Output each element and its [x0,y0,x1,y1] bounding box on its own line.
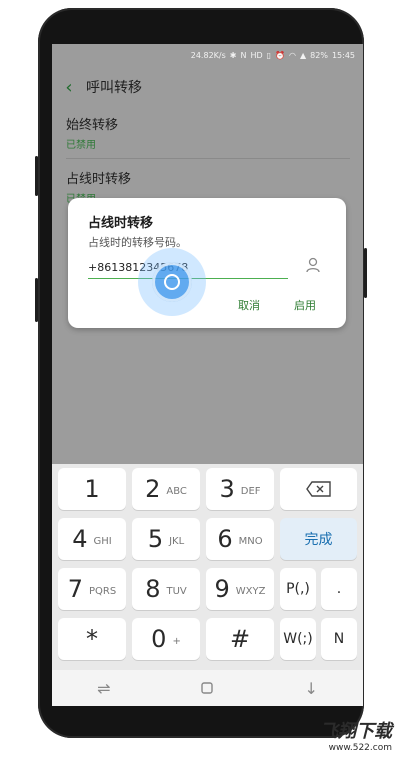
enable-button[interactable]: 启用 [288,296,322,314]
backspace-button[interactable] [280,468,357,510]
key-hash[interactable]: # [206,618,274,660]
touch-indicator [138,248,206,316]
list-item-status: 已禁用 [66,140,96,151]
watermark: 飞翔下载 www.522.com [320,717,392,753]
app-bar: ‹ 呼叫转移 [52,66,363,108]
dim-overlay [52,338,363,464]
dial-keypad: 1 2 ABC 3 DEF 4 GHI 5 JKL 6 MNO 完成 7 PQRS 8 TUV… [52,464,363,670]
recent-apps-icon[interactable]: ⇌ [84,673,124,703]
key-7[interactable]: 7 PQRS [58,568,126,610]
key-5[interactable]: 5 JKL [132,518,200,560]
touch-indicator-core [164,274,180,290]
key-3[interactable]: 3 DEF [206,468,274,510]
navigation-bar: ⇌ ↓ [52,670,363,706]
key-9[interactable]: 9 WXYZ [206,568,274,610]
bixby-button [35,278,38,322]
done-button[interactable]: 完成 [280,518,357,560]
forward-dialog: 占线时转移 占线时的转移号码。 取消 启用 [68,198,346,328]
list-item-always-forward[interactable]: 始终转移 已禁用 [66,114,350,151]
battery-level: 82% [310,50,328,60]
signal-icon: ▲ [300,50,307,60]
key-8[interactable]: 8 TUV [132,568,200,610]
wifi-icon: ◠ [289,50,296,60]
dialog-actions: 取消 启用 [68,292,346,320]
n-key[interactable]: N [321,618,357,660]
key-0[interactable]: 0 + [132,618,200,660]
pause-key[interactable]: P(,) [280,568,316,610]
key-6[interactable]: 6 MNO [206,518,274,560]
volume-button [35,156,38,196]
screen: 24.82K/s ✱ N HD ▯ ⏰ ◠ ▲ 82% 15:45 ‹ 呼叫转移… [52,44,363,706]
chevron-left-icon[interactable]: ‹ [52,66,86,108]
nfc-icon: N [240,50,247,60]
dialog-title: 占线时转移 [88,216,154,231]
dot-key[interactable]: . [321,568,357,610]
backspace-icon [305,481,331,497]
watermark-brand: 飞翔下载 [320,721,392,742]
person-icon[interactable] [304,256,322,274]
list-item-title: 始终转移 [66,118,119,133]
wait-key[interactable]: W(;) [280,618,316,660]
clock: 15:45 [331,50,355,60]
bluetooth-icon: ✱ [229,50,237,60]
divider [66,158,350,159]
watermark-url: www.522.com [328,743,392,753]
cancel-button[interactable]: 取消 [232,296,266,314]
key-2[interactable]: 2 ABC [132,468,200,510]
hd-icon: HD [250,50,263,60]
power-button [364,248,367,298]
home-icon[interactable] [187,673,227,703]
alarm-icon: ⏰ [275,50,286,60]
list-item-title: 占线时转移 [66,172,132,187]
status-bar: 24.82K/s ✱ N HD ▯ ⏰ ◠ ▲ 82% 15:45 [52,44,363,66]
key-star[interactable]: * [58,618,126,660]
vibrate-icon: ▯ [266,50,272,60]
page-title: 呼叫转移 [86,80,142,96]
network-speed: 24.82K/s [190,50,226,60]
back-icon[interactable]: ↓ [291,673,331,703]
key-1[interactable]: 1 [58,468,126,510]
key-4[interactable]: 4 GHI [58,518,126,560]
